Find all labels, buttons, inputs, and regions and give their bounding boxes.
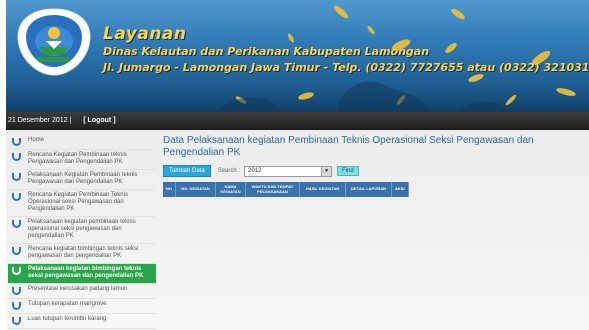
- site-title: Layanan: [103, 24, 187, 44]
- add-data-button[interactable]: Tambah Data: [163, 165, 211, 177]
- u-bullet-icon: [12, 267, 21, 275]
- sidebar-item-rencana-bimbingan-teknis[interactable]: Rencana kegiatan bimbingan teknis seksi …: [8, 244, 156, 264]
- sidebar-item-terumbu-karang[interactable]: Luas tutupan terumbu karang: [8, 314, 156, 329]
- sidebar-item-label: Tutupan kerapatan mangrove: [28, 301, 107, 307]
- current-date: 21 Desember 2012 |: [8, 117, 72, 124]
- sidebar-item-tutupan-mangrove[interactable]: Tutupan kerapatan mangrove: [8, 299, 156, 314]
- sidebar-item-label: Pelaksanaan kegiatan bimbingan teknis se…: [28, 266, 144, 279]
- sidebar-item-pelaksanaan-bimbingan-teknis[interactable]: Pelaksanaan kegiatan bimbingan teknis se…: [8, 264, 156, 284]
- sidebar-item-pelaksanaan-pembinaan-pengawasan[interactable]: Pelaksanaan Kegiatan Pembinaan teknis Pe…: [8, 170, 156, 190]
- data-table: NO NO. KEGIATAN NAMA KEGIATAN WAKTU DAN …: [163, 182, 409, 197]
- u-bullet-icon: [12, 138, 21, 146]
- status-bar: 21 Desember 2012 | [ Logout ]: [6, 112, 589, 130]
- sidebar-item-label: Home: [28, 137, 45, 143]
- col-nama-kegiatan: NAMA KEGIATAN: [215, 182, 246, 197]
- page-title: Data Pelaksanaan kegiatan Pembinaan Tekn…: [163, 135, 534, 158]
- sidebar-item-home[interactable]: Home: [8, 135, 156, 150]
- u-bullet-icon: [12, 247, 21, 255]
- col-no-kegiatan: NO. KEGIATAN: [175, 182, 216, 197]
- col-detail-laporan: DETAIL LAPORAN: [345, 182, 392, 197]
- year-select-value: 2012: [248, 167, 262, 174]
- header-banner: Layanan Dinas Kelautan dan Perikanan Kab…: [6, 0, 589, 112]
- table-header-row: NO NO. KEGIATAN NAMA KEGIATAN WAKTU DAN …: [163, 182, 409, 197]
- sidebar-item-label: Pelaksanaan kegiatan pembinaan teknis op…: [28, 219, 136, 239]
- col-hasil-kegiatan: HASIL KEGIATAN: [299, 182, 346, 197]
- sidebar-item-pelaksanaan-pembinaan-operasional[interactable]: Pelaksanaan kegiatan pembinaan teknis op…: [8, 217, 156, 244]
- institution-name: Dinas Kelautan dan Perikanan Kabupaten L…: [103, 45, 430, 58]
- sidebar-item-label: Presentase kerusakan padang lamun: [28, 286, 128, 292]
- toolbar: Tambah Data Search : 2012 ▼ Find: [163, 165, 583, 177]
- col-waktu-tempat: WAKTU DAN TEMPAT PELAKSANAAN: [245, 182, 300, 197]
- sidebar-item-label: Rencana Kegiatan Pembinaan Teknis Operas…: [28, 192, 128, 212]
- lamongan-regency-seal-icon: [17, 8, 91, 76]
- sidebar-item-label: Rencana Kegiatan Pembinaan teknis Pengaw…: [28, 152, 127, 165]
- sidebar-item-label: Rencana kegiatan bimbingan teknis seksi …: [28, 246, 139, 259]
- u-bullet-icon: [12, 173, 21, 181]
- sidebar-item-label: Pelaksanaan Kegiatan Pembinaan teknis Pe…: [28, 172, 138, 185]
- u-bullet-icon: [12, 220, 21, 228]
- logout-link[interactable]: [ Logout ]: [83, 117, 115, 124]
- year-select[interactable]: 2012 ▼: [244, 165, 333, 177]
- sidebar-menu: Home Rencana Kegiatan Pembinaan teknis P…: [8, 135, 156, 330]
- u-bullet-icon: [12, 287, 21, 295]
- find-button[interactable]: Find: [337, 166, 359, 176]
- triangle-down-icon: ▼: [321, 166, 332, 176]
- col-no: NO: [163, 182, 176, 197]
- sidebar-item-rencana-pembinaan-pengawasan[interactable]: Rencana Kegiatan Pembinaan teknis Pengaw…: [8, 150, 156, 170]
- u-bullet-icon: [12, 153, 21, 161]
- search-label: Search :: [217, 168, 241, 174]
- u-bullet-icon: [12, 302, 21, 310]
- u-bullet-icon: [12, 193, 21, 201]
- sidebar-item-label: Luas tutupan terumbu karang: [28, 316, 107, 322]
- sidebar-item-kerusakan-padang-lamun[interactable]: Presentase kerusakan padang lamun: [8, 284, 156, 299]
- main-content: Data Pelaksanaan kegiatan Pembinaan Tekn…: [163, 135, 583, 197]
- institution-address: Jl. Jumargo - Lamongan Jawa Timur - Telp…: [103, 61, 589, 74]
- u-bullet-icon: [12, 317, 21, 325]
- col-aksi: AKSI: [391, 182, 409, 197]
- sidebar-item-rencana-pembinaan-operasional[interactable]: Rencana Kegiatan Pembinaan Teknis Operas…: [8, 190, 156, 217]
